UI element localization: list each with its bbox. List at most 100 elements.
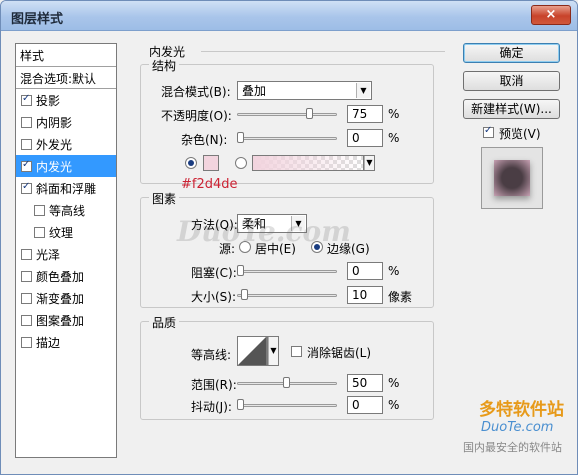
- contour-dropdown[interactable]: ▼: [267, 336, 279, 366]
- style-item[interactable]: 颜色叠加: [16, 265, 116, 287]
- style-item[interactable]: 纹理: [16, 221, 116, 243]
- style-item[interactable]: 内发光: [16, 155, 116, 177]
- style-item-label: 颜色叠加: [36, 269, 85, 284]
- panel-title-rule: [201, 51, 445, 52]
- gradient-dropdown[interactable]: ▼: [363, 155, 375, 171]
- opacity-unit: %: [388, 107, 400, 121]
- solid-color-radio[interactable]: [185, 157, 197, 169]
- close-button[interactable]: ×: [531, 5, 571, 25]
- styles-header[interactable]: 样式: [16, 44, 116, 67]
- style-item-checkbox[interactable]: [21, 248, 32, 260]
- style-item[interactable]: 图案叠加: [16, 309, 116, 331]
- size-slider-track: [237, 294, 337, 297]
- choke-input[interactable]: 0: [347, 262, 383, 280]
- gradient-swatch[interactable]: [252, 155, 364, 171]
- style-item-checkbox[interactable]: [21, 138, 32, 150]
- style-item[interactable]: 内阴影: [16, 111, 116, 133]
- style-item-checkbox[interactable]: [21, 314, 32, 326]
- style-item-checkbox[interactable]: [21, 181, 32, 194]
- gradient-radio[interactable]: [235, 157, 247, 169]
- noise-unit: %: [388, 131, 400, 145]
- style-item-label: 描边: [36, 335, 61, 350]
- jitter-label: 抖动(J):: [191, 400, 232, 414]
- cancel-button[interactable]: 取消: [463, 71, 560, 91]
- noise-slider[interactable]: [237, 132, 337, 143]
- style-item-checkbox[interactable]: [34, 226, 45, 238]
- range-slider[interactable]: [237, 377, 337, 388]
- preview-swatch: [494, 160, 530, 196]
- choke-slider[interactable]: [237, 265, 337, 276]
- style-item-label: 纹理: [49, 225, 74, 240]
- style-item-label: 斜面和浮雕: [36, 181, 97, 196]
- jitter-slider-track: [237, 404, 337, 407]
- style-item[interactable]: 等高线: [16, 199, 116, 221]
- ok-button[interactable]: 确定: [463, 43, 560, 63]
- structure-legend: 结构: [149, 57, 180, 74]
- opacity-slider[interactable]: [237, 108, 337, 119]
- choke-unit: %: [388, 264, 400, 278]
- chevron-down-icon: ▼: [364, 156, 374, 170]
- blend-mode-value: 叠加: [242, 84, 267, 98]
- preview-label[interactable]: 预览(V): [499, 125, 541, 142]
- antialias-checkbox[interactable]: [291, 346, 302, 357]
- blend-mode-select[interactable]: 叠加 ▼: [237, 81, 372, 100]
- antialias-label[interactable]: 消除锯齿(L): [307, 344, 371, 361]
- range-input[interactable]: 50: [347, 374, 383, 392]
- style-item-label: 外发光: [36, 137, 73, 152]
- size-slider-thumb[interactable]: [241, 289, 248, 300]
- style-item-label: 光泽: [36, 247, 61, 262]
- elements-group: 图素 方法(Q): 柔和 ▼ 源: 居中(E) 边缘(G) 阻塞(C): 0 %…: [140, 190, 434, 308]
- style-items: 投影内阴影外发光内发光斜面和浮雕等高线纹理光泽颜色叠加渐变叠加图案叠加描边: [16, 89, 116, 353]
- contour-label: 等高线:: [191, 348, 232, 362]
- noise-slider-thumb[interactable]: [237, 132, 244, 143]
- new-style-button[interactable]: 新建样式(W)...: [463, 99, 560, 119]
- choke-slider-track: [237, 270, 337, 273]
- glow-color-swatch[interactable]: [203, 155, 219, 171]
- watermark-corner: 多特软件站 DuoTe.com 国内最安全的软件站: [449, 395, 569, 465]
- style-item-checkbox[interactable]: [34, 204, 45, 216]
- blend-mode-label: 混合模式(B):: [161, 85, 231, 99]
- preview-checkbox[interactable]: [483, 125, 494, 138]
- elements-legend: 图素: [149, 190, 180, 207]
- style-item-label: 内阴影: [36, 115, 73, 130]
- opacity-input[interactable]: 75: [347, 105, 383, 123]
- style-item[interactable]: 外发光: [16, 133, 116, 155]
- dialog-title: 图层样式: [11, 12, 64, 27]
- size-input[interactable]: 10: [347, 286, 383, 304]
- opacity-label: 不透明度(O):: [161, 109, 232, 123]
- choke-label: 阻塞(C):: [191, 266, 237, 280]
- structure-group: 结构 混合模式(B): 叠加 ▼ 不透明度(O): 75 % 杂色(N): 0 …: [140, 57, 434, 192]
- range-unit: %: [388, 376, 400, 390]
- jitter-input[interactable]: 0: [347, 396, 383, 414]
- contour-curve-icon: [238, 337, 266, 365]
- range-label: 范围(R):: [191, 378, 237, 392]
- style-item[interactable]: 描边: [16, 331, 116, 353]
- watermark-corner-url: DuoTe.com: [481, 420, 554, 435]
- noise-label: 杂色(N):: [181, 133, 228, 147]
- size-slider[interactable]: [237, 289, 337, 300]
- style-item[interactable]: 渐变叠加: [16, 287, 116, 309]
- style-item[interactable]: 斜面和浮雕: [16, 177, 116, 199]
- title-bar: 图层样式 ×: [1, 1, 577, 31]
- style-item-checkbox[interactable]: [21, 270, 32, 282]
- chevron-down-icon: ▼: [356, 83, 370, 98]
- contour-preview[interactable]: [237, 336, 267, 366]
- blend-options-item[interactable]: 混合选项:默认: [16, 67, 116, 89]
- jitter-slider[interactable]: [237, 399, 337, 410]
- layer-style-dialog: 图层样式 × 样式 混合选项:默认 投影内阴影外发光内发光斜面和浮雕等高线纹理光…: [0, 0, 578, 475]
- style-item-label: 渐变叠加: [36, 291, 85, 306]
- style-item-checkbox[interactable]: [21, 116, 32, 128]
- noise-slider-track: [237, 137, 337, 140]
- size-unit: 像素: [388, 290, 413, 304]
- style-item-checkbox[interactable]: [21, 292, 32, 304]
- opacity-slider-thumb[interactable]: [306, 108, 313, 119]
- style-item-checkbox[interactable]: [21, 159, 32, 172]
- noise-input[interactable]: 0: [347, 129, 383, 147]
- style-item[interactable]: 光泽: [16, 243, 116, 265]
- style-item[interactable]: 投影: [16, 89, 116, 111]
- style-item-checkbox[interactable]: [21, 93, 32, 106]
- style-item-checkbox[interactable]: [21, 336, 32, 348]
- choke-slider-thumb[interactable]: [237, 265, 244, 276]
- jitter-slider-thumb[interactable]: [237, 399, 244, 410]
- range-slider-thumb[interactable]: [283, 377, 290, 388]
